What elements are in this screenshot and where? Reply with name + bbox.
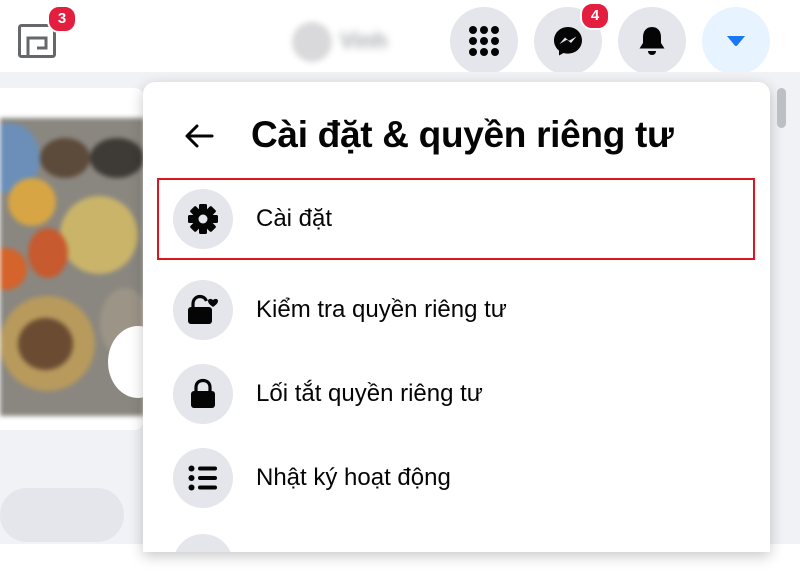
notifications-button[interactable]: [618, 7, 686, 75]
menu-item-label: Cài đặt: [256, 205, 333, 232]
account-menu-button[interactable]: [702, 7, 770, 75]
settings-privacy-panel: Cài đặt & quyền riêng tư Cài đặt Kiểm tr…: [143, 82, 770, 552]
profile-button[interactable]: Vinh: [288, 18, 420, 66]
grid-menu-icon: [469, 26, 499, 56]
profile-name: Vinh: [340, 28, 388, 53]
back-button[interactable]: [175, 112, 223, 160]
lock-icon: [173, 364, 233, 424]
menu-item-partial[interactable]: [157, 522, 755, 552]
menu-item-label: Lối tắt quyền riêng tư: [256, 380, 483, 407]
bell-icon: [639, 27, 665, 55]
post-card: [0, 88, 144, 430]
write-comment-field[interactable]: [0, 488, 124, 542]
menu-item-settings[interactable]: Cài đặt: [157, 178, 755, 260]
lock-heart-icon: [173, 280, 233, 340]
scrollbar-thumb[interactable]: [777, 88, 786, 128]
panel-title: Cài đặt & quyền riêng tư: [251, 114, 674, 155]
menu-item-privacy-shortcuts[interactable]: Lối tắt quyền riêng tư: [157, 353, 755, 435]
avatar: [292, 22, 332, 62]
messenger-notification-badge: 4: [580, 2, 610, 30]
panel-header: Cài đặt & quyền riêng tư: [143, 104, 770, 164]
messenger-icon: [554, 27, 582, 56]
menu-item-activity-log[interactable]: Nhật ký hoạt động: [157, 437, 755, 519]
arrow-left-icon: [185, 124, 214, 148]
gear-icon: [173, 189, 233, 249]
menu-item-label: Kiểm tra quyền riêng tư: [256, 296, 507, 323]
page-scrollbar[interactable]: [776, 84, 788, 544]
menu-item-label: Nhật ký hoạt động: [256, 464, 451, 491]
menu-item-icon: [173, 534, 233, 552]
list-icon: [173, 448, 233, 508]
menu-item-privacy-checkup[interactable]: Kiểm tra quyền riêng tư: [157, 269, 755, 351]
top-navigation-bar: 3 Vinh 4: [0, 0, 800, 75]
caret-down-icon: [727, 36, 745, 47]
menu-button[interactable]: [450, 7, 518, 75]
gaming-notification-badge: 3: [47, 5, 77, 33]
